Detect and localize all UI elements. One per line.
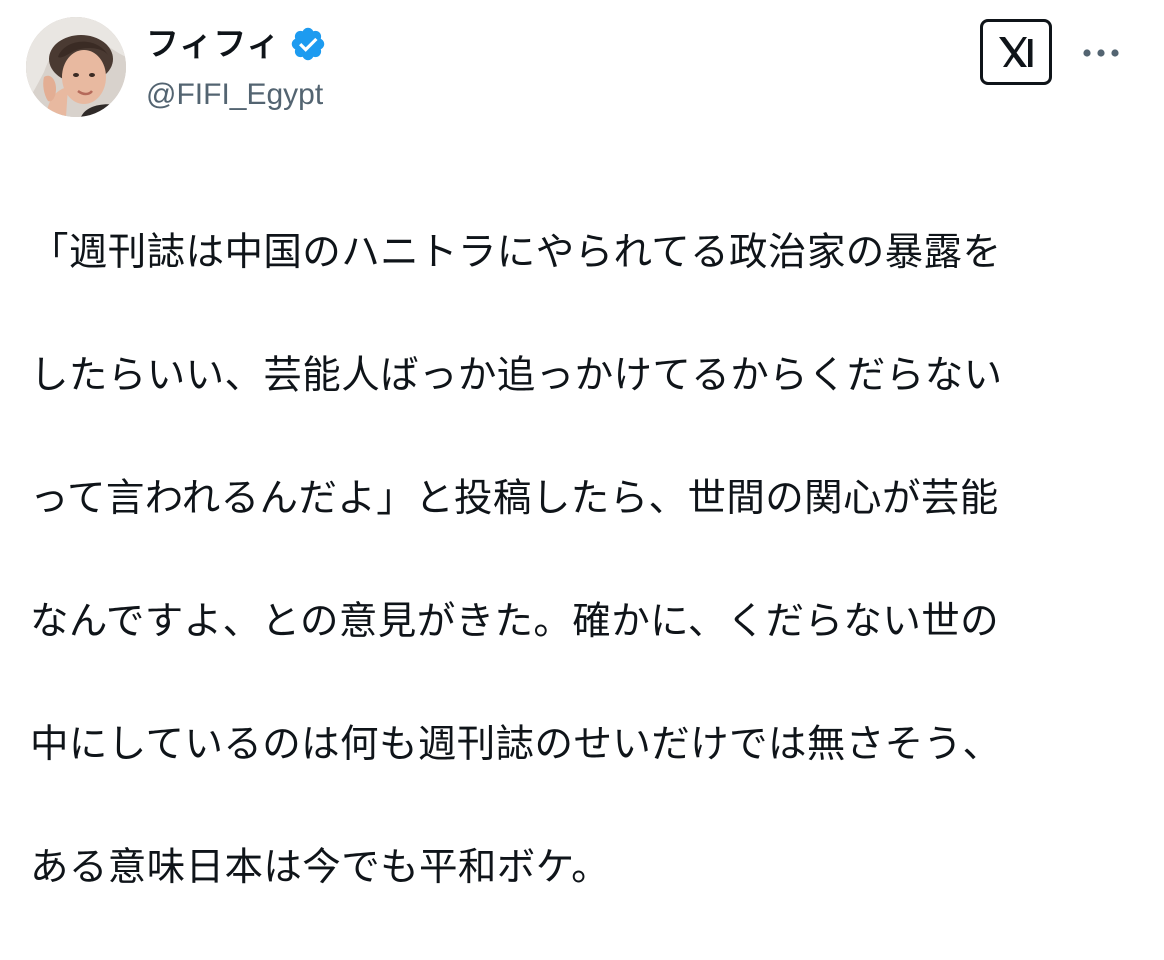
tweet-text-line: ある意味日本は今でも平和ボケ。 [30, 844, 611, 890]
verified-badge-icon [291, 27, 324, 61]
tweet-text-line: 中にしているのは何も週刊誌のせいだけでは無さそう、 [30, 721, 1002, 767]
tweet-card: フィフィ @FIFI_Egypt 「週刊誌は中国のハニトラにやられてる政治家の暴… [0, 0, 1164, 890]
avatar[interactable] [26, 17, 126, 117]
tweet-text-line: なんですよ、との意見がきた。確かに、くだらない世の [30, 598, 1000, 644]
x-logo-icon [999, 37, 1033, 67]
more-dots-icon [1083, 49, 1119, 57]
tweet-text-line: 「週刊誌は中国のハニトラにやられてる政治家の暴露を [30, 229, 1002, 275]
profile-photo-avatar-icon [26, 17, 126, 117]
x-logo-button[interactable] [980, 19, 1052, 85]
author-handle[interactable]: @FIFI_Egypt [146, 73, 323, 117]
display-name[interactable]: フィフィ [146, 22, 281, 66]
author-name-row[interactable]: フィフィ [146, 22, 327, 66]
tweet-text-line: って言われるんだよ」と投稿したら、世間の関心が芸能 [30, 475, 999, 521]
tweet-text-line: したらいい、芸能人ばっか追っかけてるからくだらない [30, 352, 1003, 398]
more-options-button[interactable] [1078, 30, 1124, 76]
tweet-text: 「週刊誌は中国のハニトラにやられてる政治家の暴露を したらいい、芸能人ばっか追っ… [30, 160, 1140, 960]
